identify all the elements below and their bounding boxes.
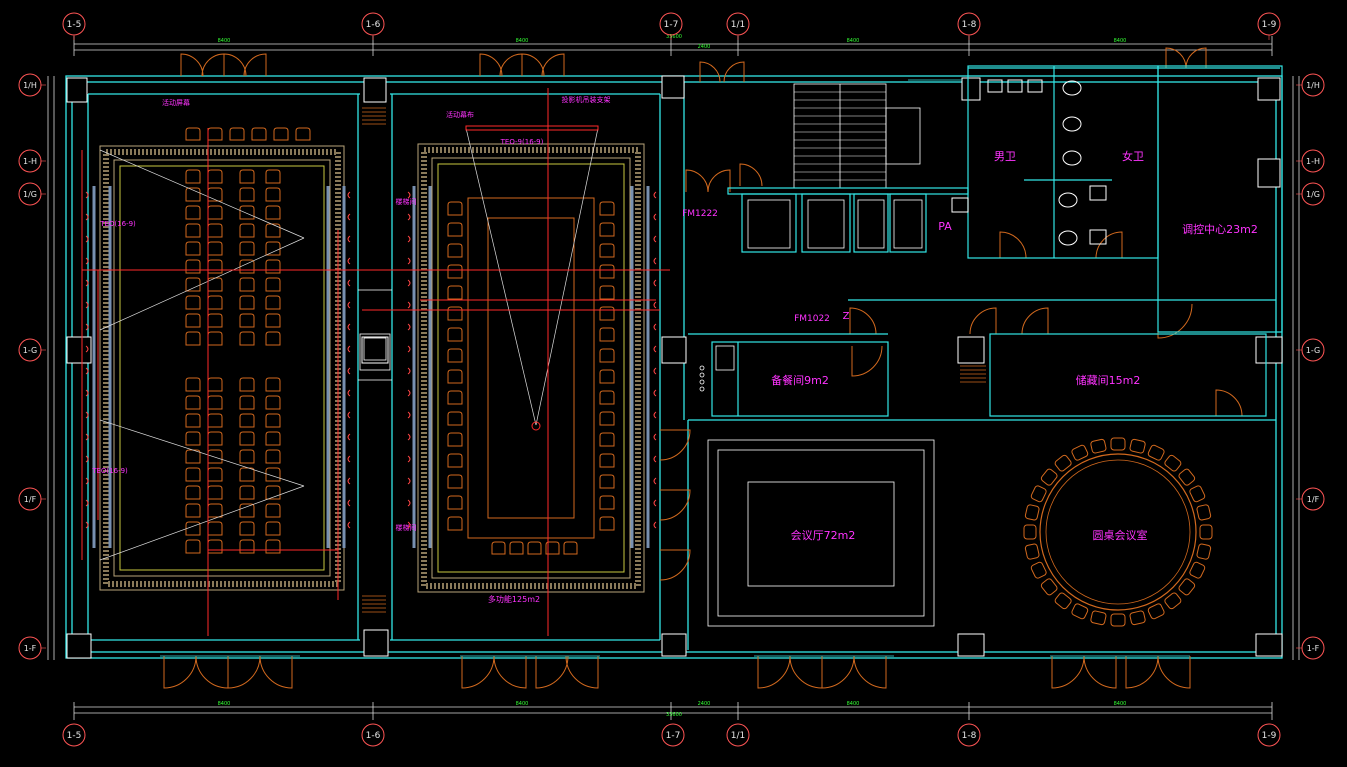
grid-label-bottom-5: 1-8 xyxy=(962,731,977,741)
grid-label-top-3: 1-7 xyxy=(664,20,679,30)
grid-label-left-6: 1-F xyxy=(24,644,37,653)
note-left-upper: TEO(16-9) xyxy=(99,220,136,228)
note-stair-lower: 楼梯间 xyxy=(396,523,417,532)
grid-label-bottom-3: 1-7 xyxy=(666,731,681,741)
floor-plan-canvas: 8400 8400 2400 8400 8400 33600 8400 8400… xyxy=(0,0,1347,767)
grid-label-right-6: 1-F xyxy=(1307,644,1320,653)
room-label-meeting-hall: 会议厅72m2 xyxy=(791,529,856,542)
dim-top-2: 8400 xyxy=(516,38,529,44)
note-mid-top2: 投影机吊装支架 xyxy=(562,95,611,104)
grid-label-top-1: 1-5 xyxy=(67,20,82,30)
room-label-prep: 备餐间9m2 xyxy=(771,373,829,387)
grid-label-bottom-6: 1-9 xyxy=(1262,731,1277,741)
door-tag-fm1022: FM1022 xyxy=(794,314,830,324)
grid-label-top-6: 1-9 xyxy=(1262,20,1277,30)
door-tag-fm1222: FM1222 xyxy=(682,209,718,219)
room-label-round-table: 圆桌会议室 xyxy=(1093,528,1148,542)
grid-label-right-2: 1-H xyxy=(1306,157,1320,166)
dim-bottom-4: 8400 xyxy=(847,701,860,707)
room-label-male-wc: 男卫 xyxy=(994,150,1016,163)
room-label-control: 调控中心23m2 xyxy=(1182,222,1258,236)
note-mid-top: 活动幕布 xyxy=(446,110,474,119)
grid-label-left-3: 1/G xyxy=(23,190,37,199)
note-left-top: 活动屏幕 xyxy=(162,98,190,107)
grid-label-right-3: 1/G xyxy=(1306,190,1320,199)
room-label-female-wc: 女卫 xyxy=(1122,149,1144,163)
grid-label-left-5: 1/F xyxy=(24,495,37,504)
z-mark: Z xyxy=(843,311,850,322)
dim-top-4: 8400 xyxy=(847,38,860,44)
grid-label-left-2: 1-H xyxy=(23,157,37,166)
grid-label-top-2: 1-6 xyxy=(366,20,381,30)
dim-bottom-3: 2400 xyxy=(698,701,711,707)
room-label-storage: 储藏间15m2 xyxy=(1076,373,1141,387)
note-stair-upper: 楼梯间 xyxy=(396,197,417,206)
pa-label: PA xyxy=(938,220,952,233)
grid-label-top-4: 1/1 xyxy=(731,20,745,30)
dim-bottom-5: 8400 xyxy=(1114,701,1127,707)
dim-top-3: 2400 xyxy=(698,44,711,50)
grid-label-right-1: 1/H xyxy=(1306,81,1320,90)
room-label-multi: 多功能125m2 xyxy=(488,594,540,604)
grid-label-top-5: 1-8 xyxy=(962,20,977,30)
grid-label-bottom-1: 1-5 xyxy=(67,731,82,741)
dim-bottom-1: 8400 xyxy=(218,701,231,707)
dim-bottom-total: 33600 xyxy=(666,712,682,718)
note-projector: TEO-9(16-9) xyxy=(500,138,544,146)
grid-label-right-4: 1-G xyxy=(1306,346,1320,355)
grid-label-right-5: 1/F xyxy=(1307,495,1320,504)
grid-label-left-4: 1-G xyxy=(23,346,37,355)
dim-bottom-2: 8400 xyxy=(516,701,529,707)
grid-label-bottom-4: 1/1 xyxy=(731,731,745,741)
grid-label-left-1: 1/H xyxy=(23,81,37,90)
dim-top-5: 8400 xyxy=(1114,38,1127,44)
dim-top-1: 8400 xyxy=(218,38,231,44)
note-left-lower: TEO(16-9) xyxy=(91,467,128,475)
grid-label-bottom-2: 1-6 xyxy=(366,731,381,741)
